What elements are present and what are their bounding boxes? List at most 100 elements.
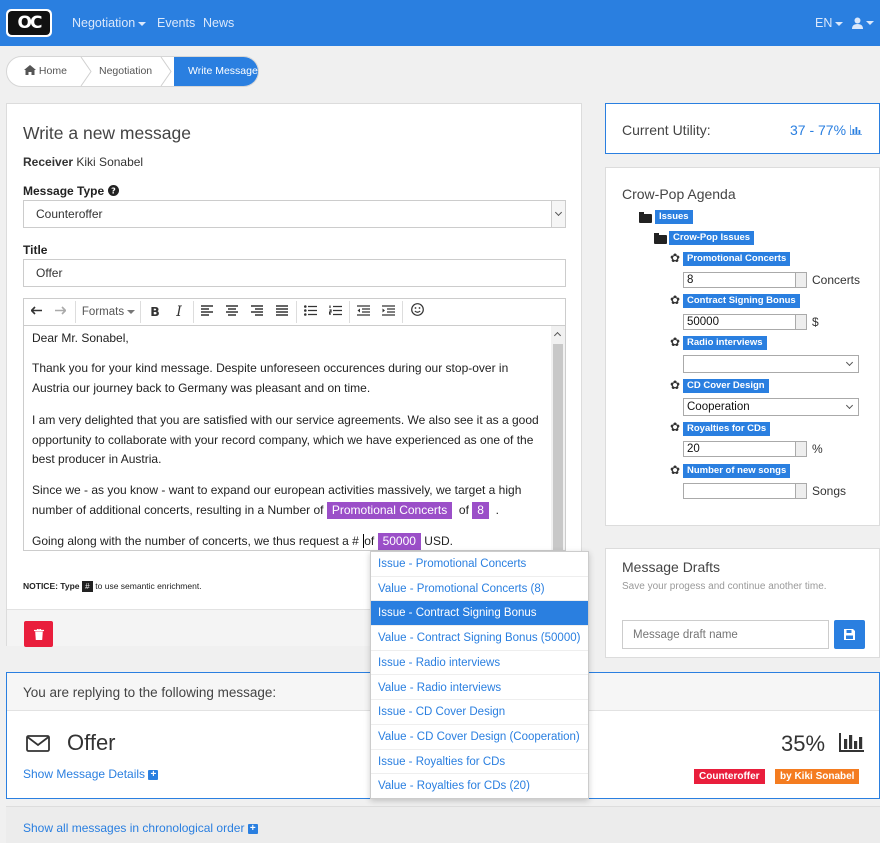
issue-input-royalties-for-cds[interactable]: 20 xyxy=(683,441,807,457)
agenda-panel: Crow-Pop Agenda Issues Crow-Pop Issues ✿… xyxy=(605,167,880,526)
align-justify-button[interactable] xyxy=(274,303,290,321)
bullet-list-button[interactable] xyxy=(302,303,318,321)
spinner-arrows[interactable] xyxy=(795,442,806,456)
message-editor[interactable]: Dear Mr. Sonabel, Thank you for your kin… xyxy=(23,325,566,551)
reply-percent: 35% xyxy=(781,731,826,756)
toolbar-divider xyxy=(193,301,194,323)
title-input[interactable]: Offer xyxy=(23,259,566,287)
issue-name-radio-interviews[interactable]: Radio interviews xyxy=(683,336,767,350)
breadcrumb-home[interactable]: Home xyxy=(24,57,67,86)
editor-greeting: Dear Mr. Sonabel, xyxy=(32,331,129,345)
emoticon-button[interactable] xyxy=(409,303,425,321)
autocomplete-item-selected[interactable]: Issue - Contract Signing Bonus xyxy=(371,601,588,627)
nav-events[interactable]: Events xyxy=(157,16,195,30)
editor-paragraph-1: Thank you for your kind message. Despite… xyxy=(32,361,509,395)
align-left-button[interactable] xyxy=(199,303,215,321)
logo-text: OC xyxy=(8,11,50,35)
app-logo[interactable]: OC xyxy=(6,9,52,37)
delete-button[interactable] xyxy=(24,621,53,647)
align-center-icon xyxy=(226,305,238,316)
autocomplete-item[interactable]: Value - Radio interviews xyxy=(371,676,588,701)
bullet-list-icon xyxy=(303,305,317,316)
issue-select-radio-interviews[interactable] xyxy=(683,355,859,373)
chevron-down-icon xyxy=(127,309,136,314)
agenda-root[interactable]: Issues xyxy=(655,210,693,224)
autocomplete-item[interactable]: Issue - Royalties for CDs xyxy=(371,750,588,775)
show-message-details[interactable]: Show Message Details + xyxy=(23,767,159,781)
save-draft-button[interactable] xyxy=(834,620,865,649)
agenda-group[interactable]: Crow-Pop Issues xyxy=(669,231,755,245)
autocomplete-item[interactable]: Issue - Radio interviews xyxy=(371,651,588,676)
autocomplete-item[interactable]: Value - Contract Signing Bonus (50000) xyxy=(371,626,588,651)
issue-input-promotional-concerts[interactable]: 8 xyxy=(683,272,807,288)
spinner-arrows[interactable] xyxy=(795,484,806,498)
spinner-arrows[interactable] xyxy=(795,273,806,287)
spinner-arrows[interactable] xyxy=(795,315,806,329)
autocomplete-item[interactable]: Value - Royalties for CDs (20) xyxy=(371,774,588,799)
issue-value: 20 xyxy=(687,443,700,455)
hash-key: # xyxy=(81,581,93,593)
undo-icon xyxy=(30,306,42,315)
gear-icon: ✿ xyxy=(670,293,681,307)
align-center-button[interactable] xyxy=(224,303,240,321)
nav-negotiation[interactable]: Negotiation xyxy=(72,16,147,30)
chevron-down-icon xyxy=(554,208,563,217)
user-menu[interactable] xyxy=(852,15,874,29)
italic-button[interactable]: I xyxy=(171,303,187,321)
issue-select-cd-cover-design[interactable]: Cooperation xyxy=(683,398,859,416)
chevron-up-icon[interactable] xyxy=(553,331,562,340)
breadcrumb-separator xyxy=(80,57,92,86)
redo-button[interactable] xyxy=(52,303,68,321)
utility-value[interactable]: 37 - 77% xyxy=(790,122,862,138)
toolbar-divider xyxy=(140,301,141,323)
numbered-list-button[interactable] xyxy=(327,303,343,321)
agenda-title: Crow-Pop Agenda xyxy=(622,186,736,202)
issue-name-contract-signing-bonus[interactable]: Contract Signing Bonus xyxy=(683,294,800,308)
breadcrumb-home-label: Home xyxy=(38,65,67,77)
gear-icon: ✿ xyxy=(670,420,681,434)
help-icon[interactable]: ? xyxy=(107,185,119,196)
toolbar-divider xyxy=(349,301,350,323)
editor-paragraph-3: Since we - as you know - want to expand … xyxy=(32,481,547,520)
entity-chip-value[interactable]: 8 xyxy=(472,501,489,519)
show-all-messages[interactable]: Show all messages in chronological order… xyxy=(23,821,258,835)
bold-button[interactable]: B xyxy=(147,303,163,321)
issue-name-promotional-concerts[interactable]: Promotional Concerts xyxy=(683,252,791,266)
show-all-link[interactable]: Show all messages in chronological order xyxy=(23,821,244,835)
indent-button[interactable] xyxy=(380,303,396,321)
issue-name-cd-cover-design[interactable]: CD Cover Design xyxy=(683,379,769,393)
outdent-button[interactable] xyxy=(355,303,371,321)
message-type-label: Message Type ? xyxy=(23,184,119,198)
numbered-list-icon xyxy=(328,305,342,316)
breadcrumb-separator xyxy=(160,57,172,86)
nav-news[interactable]: News xyxy=(203,16,234,30)
breadcrumb-negotiation[interactable]: Negotiation xyxy=(99,57,152,86)
chevron-down-icon xyxy=(138,21,147,26)
autocomplete-item[interactable]: Issue - Promotional Concerts xyxy=(371,552,588,577)
autocomplete-item[interactable]: Issue - CD Cover Design xyxy=(371,700,588,725)
entity-chip-issue[interactable]: Promotional Concerts xyxy=(326,501,453,519)
gear-icon: ✿ xyxy=(670,378,681,392)
issue-name-royalties-for-cds[interactable]: Royalties for CDs xyxy=(683,422,771,436)
issue-input-contract-signing-bonus[interactable]: 50000 xyxy=(683,314,807,330)
autocomplete-item[interactable]: Value - CD Cover Design (Cooperation) xyxy=(371,725,588,750)
p3-end: . xyxy=(495,502,499,517)
editor-scrollbar[interactable] xyxy=(551,326,565,550)
issue-unit: Songs xyxy=(812,484,847,498)
details-link[interactable]: Show Message Details xyxy=(23,767,145,781)
select-arrow xyxy=(551,201,565,227)
formats-dropdown[interactable]: Formats xyxy=(81,303,136,321)
message-type-select[interactable]: Counteroffer xyxy=(23,200,566,228)
reply-message-title: Offer xyxy=(67,730,116,755)
scrollbar-thumb[interactable] xyxy=(553,344,563,550)
issue-name-number-of-new-songs[interactable]: Number of new songs xyxy=(683,464,791,478)
smiley-icon xyxy=(410,303,424,316)
autocomplete-item[interactable]: Value - Promotional Concerts (8) xyxy=(371,577,588,602)
undo-button[interactable] xyxy=(29,303,45,321)
align-right-button[interactable] xyxy=(249,303,265,321)
language-selector[interactable]: EN xyxy=(815,16,844,30)
bar-chart-icon[interactable] xyxy=(839,733,864,752)
entity-chip-value-2[interactable]: 50000 xyxy=(377,533,421,550)
issue-input-number-of-new-songs[interactable] xyxy=(683,483,807,499)
draft-name-input[interactable] xyxy=(622,620,829,649)
